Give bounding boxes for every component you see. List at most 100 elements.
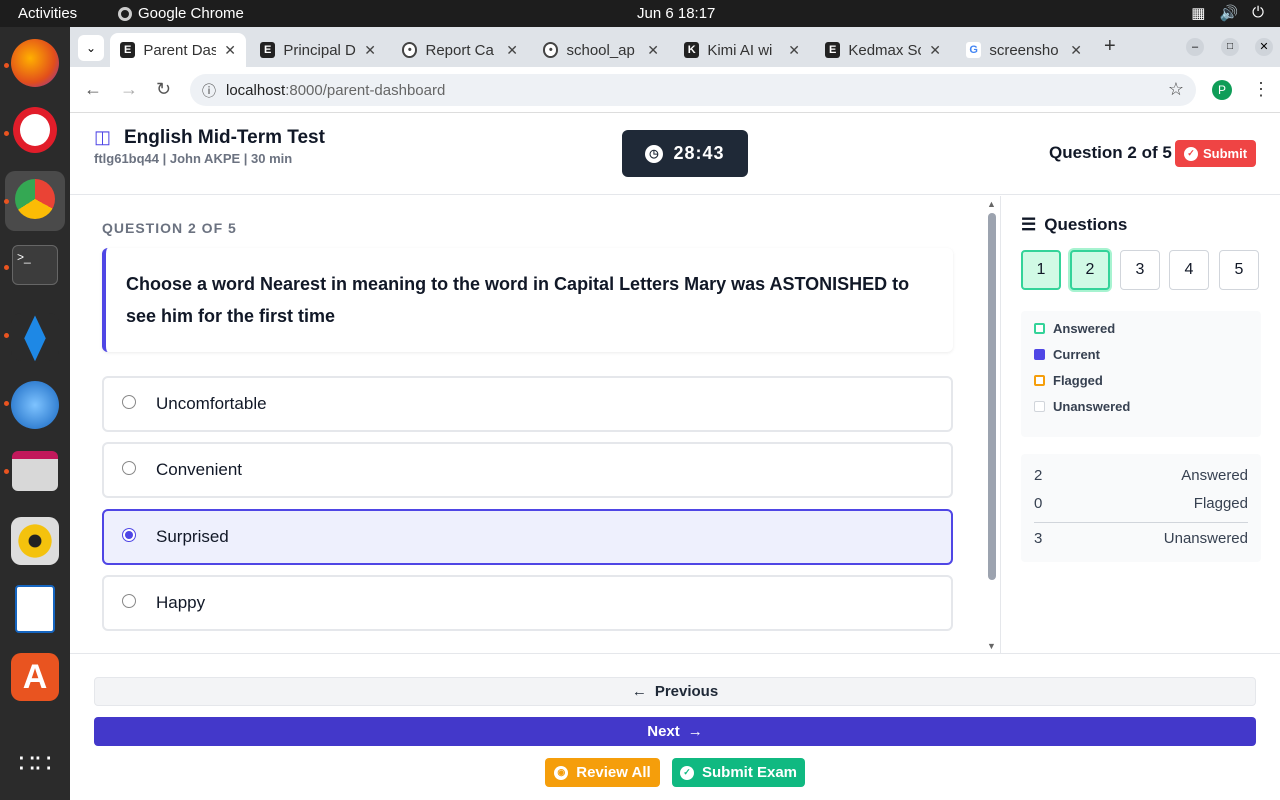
globe-icon: • xyxy=(402,42,418,58)
forward-icon[interactable]: → xyxy=(120,79,138,100)
profile-avatar[interactable]: P xyxy=(1212,80,1232,100)
google-icon: G xyxy=(966,42,982,58)
option-happy[interactable]: Happy xyxy=(102,575,953,631)
system-tray[interactable]: ▦ 🔊 ⏻ xyxy=(1191,4,1264,22)
tab-screenshot[interactable]: G screensho ✕ xyxy=(956,33,1092,67)
question-number-1[interactable]: 1 xyxy=(1021,250,1061,290)
close-icon[interactable]: ✕ xyxy=(788,42,800,59)
navigator-title: ☰ Questions xyxy=(1021,215,1127,235)
stat-label: Answered xyxy=(1181,467,1248,484)
maximize-icon[interactable]: □ xyxy=(1221,38,1239,56)
system-top-bar: Activities Google Chrome Jun 6 18:17 ▦ 🔊… xyxy=(0,0,1280,27)
question-number-5[interactable]: 5 xyxy=(1219,250,1259,290)
window-close-icon[interactable]: ✕ xyxy=(1255,38,1273,56)
terminal-icon[interactable]: >_ xyxy=(12,245,58,285)
close-icon[interactable]: ✕ xyxy=(1070,42,1082,59)
activities-button[interactable]: Activities xyxy=(18,5,77,22)
clock[interactable]: Jun 6 18:17 xyxy=(637,5,715,22)
tab-title: Report Ca xyxy=(425,41,494,59)
address-bar[interactable]: ⓘ localhost:8000/parent-dashboard ☆ xyxy=(190,74,1196,106)
submit-exam-label: Submit Exam xyxy=(701,764,798,781)
laptop-code-icon: ◫ xyxy=(94,127,112,147)
files-icon[interactable] xyxy=(12,451,58,491)
previous-button[interactable]: ← Previous xyxy=(94,677,1256,706)
tab-report-card[interactable]: • Report Ca ✕ xyxy=(392,33,528,67)
browser-tab-strip: ⌄ E Parent Das ✕ E Principal D ✕ • Repor… xyxy=(70,27,1280,67)
tab-title: screensho xyxy=(989,41,1059,59)
clock-icon: ◷ xyxy=(645,144,664,163)
next-button[interactable]: Next → xyxy=(94,717,1256,746)
bookmark-star-icon[interactable]: ☆ xyxy=(1168,79,1184,100)
radio-button[interactable] xyxy=(122,528,136,542)
vscode-icon[interactable]: ⧫ xyxy=(11,313,59,361)
rhythmbox-icon[interactable] xyxy=(11,517,59,565)
question-text: Choose a word Nearest in meaning to the … xyxy=(102,248,953,352)
legend-current: Current xyxy=(1034,347,1100,362)
firefox-icon[interactable] xyxy=(11,39,59,87)
globe-icon: • xyxy=(543,42,559,58)
timer: ◷ 28:43 xyxy=(622,130,748,177)
option-uncomfortable[interactable]: Uncomfortable xyxy=(102,376,953,432)
question-number-2[interactable]: 2 xyxy=(1070,250,1110,290)
stat-value: 0 xyxy=(1034,495,1043,512)
thunderbird-icon[interactable] xyxy=(11,381,59,429)
check-circle-icon: ✓ xyxy=(1183,146,1198,161)
opera-icon[interactable] xyxy=(13,107,57,153)
scroll-thumb[interactable] xyxy=(988,213,996,580)
stats-divider xyxy=(1034,522,1248,523)
tab-title: Kimi AI wi xyxy=(707,41,773,59)
review-all-button[interactable]: ◉ Review All xyxy=(545,758,660,787)
volume-icon: 🔊 xyxy=(1219,5,1239,22)
option-surprised[interactable]: Surprised xyxy=(102,509,953,565)
tab-title: Kedmax Sc xyxy=(848,41,922,59)
new-tab-icon[interactable]: + xyxy=(1104,35,1116,58)
question-number-3[interactable]: 3 xyxy=(1120,250,1160,290)
review-all-label: Review All xyxy=(576,764,651,781)
option-label: Happy xyxy=(156,593,206,612)
exam-footer: ← Previous Next → ◉ Review All ✓ Submit … xyxy=(70,653,1280,800)
app-menu[interactable]: Google Chrome xyxy=(118,5,244,22)
flagged-swatch xyxy=(1034,375,1045,386)
scroll-down-icon[interactable]: ▼ xyxy=(987,641,996,651)
close-icon[interactable]: ✕ xyxy=(506,42,518,59)
tab-title: school_ap xyxy=(566,41,635,59)
legend-flagged: Flagged xyxy=(1034,373,1103,388)
site-info-icon[interactable]: ⓘ xyxy=(202,81,216,101)
tab-parent-dashboard[interactable]: E Parent Das ✕ xyxy=(110,33,246,67)
navigator-title-label: Questions xyxy=(1044,215,1128,234)
tab-kedmax[interactable]: E Kedmax Sc ✕ xyxy=(815,33,951,67)
minimize-icon[interactable]: – xyxy=(1186,38,1204,56)
tab-principal[interactable]: E Principal D ✕ xyxy=(250,33,386,67)
browser-menu-icon[interactable]: ⋮ xyxy=(1252,79,1270,100)
radio-button[interactable] xyxy=(122,395,136,409)
check-circle-icon: ✓ xyxy=(679,765,694,780)
radio-button[interactable] xyxy=(122,594,136,608)
question-scrollbar[interactable]: ▲ ▼ xyxy=(986,199,998,653)
writer-icon[interactable] xyxy=(15,585,55,633)
close-icon[interactable]: ✕ xyxy=(224,42,236,59)
previous-label: Previous xyxy=(654,683,719,700)
app-store-icon[interactable]: A xyxy=(11,653,59,701)
stat-unanswered: 3 Unanswered xyxy=(1034,530,1248,547)
close-icon[interactable]: ✕ xyxy=(364,42,376,59)
tab-kimi-ai[interactable]: K Kimi AI wi ✕ xyxy=(674,33,810,67)
close-icon[interactable]: ✕ xyxy=(929,42,941,59)
question-number-4[interactable]: 4 xyxy=(1169,250,1209,290)
submit-exam-button[interactable]: ✓ Submit Exam xyxy=(672,758,805,787)
show-apps-icon[interactable]: ∷∷ xyxy=(11,739,59,787)
tab-school-app[interactable]: • school_ap ✕ xyxy=(533,33,669,67)
back-icon[interactable]: ← xyxy=(84,79,102,100)
kimi-favicon-icon: K xyxy=(684,42,700,58)
option-convenient[interactable]: Convenient xyxy=(102,442,953,498)
legend-label: Unanswered xyxy=(1053,399,1131,414)
arrow-left-icon: ← xyxy=(631,683,647,700)
tab-search-button[interactable]: ⌄ xyxy=(78,35,104,61)
close-icon[interactable]: ✕ xyxy=(647,42,659,59)
submit-button[interactable]: ✓ Submit xyxy=(1175,140,1256,167)
arrow-right-icon: → xyxy=(687,723,703,740)
radio-button[interactable] xyxy=(122,461,136,475)
legend-label: Answered xyxy=(1053,321,1116,336)
stat-answered: 2 Answered xyxy=(1034,467,1248,484)
scroll-up-icon[interactable]: ▲ xyxy=(987,199,996,209)
reload-icon[interactable]: ↻ xyxy=(156,79,171,100)
